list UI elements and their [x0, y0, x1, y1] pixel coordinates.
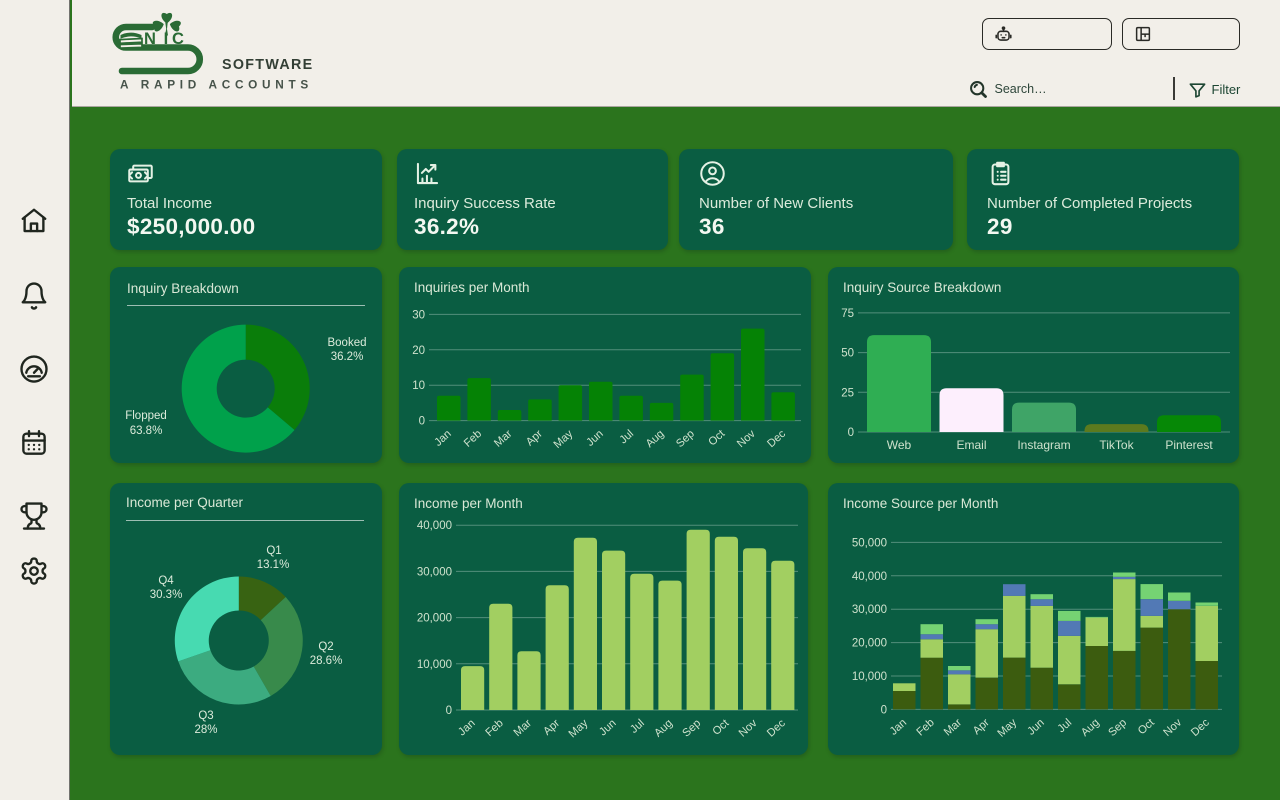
svg-text:Instagram: Instagram — [1017, 438, 1070, 452]
svg-text:75: 75 — [841, 308, 854, 320]
svg-text:Dec: Dec — [765, 717, 788, 740]
svg-text:50,000: 50,000 — [852, 537, 887, 549]
svg-text:Apr: Apr — [971, 717, 992, 738]
svg-text:Apr: Apr — [524, 428, 545, 449]
svg-text:40,000: 40,000 — [852, 571, 887, 583]
svg-text:28.6%: 28.6% — [310, 655, 343, 667]
svg-text:30.3%: 30.3% — [150, 589, 183, 601]
svg-text:Jul: Jul — [628, 717, 647, 735]
svg-text:Nov: Nov — [1161, 716, 1184, 739]
svg-text:10: 10 — [412, 380, 425, 392]
svg-text:Jan: Jan — [888, 717, 909, 738]
svg-text:20,000: 20,000 — [852, 638, 887, 650]
svg-text:May: May — [552, 428, 576, 451]
svg-text:Q1: Q1 — [266, 545, 281, 557]
svg-text:I: I — [164, 30, 169, 48]
svg-text:Jul: Jul — [617, 428, 636, 446]
svg-text:Q3: Q3 — [198, 710, 213, 722]
svg-text:Pinterest: Pinterest — [1165, 438, 1213, 452]
svg-text:Web: Web — [887, 438, 912, 452]
svg-text:20: 20 — [412, 345, 425, 357]
svg-text:Jan: Jan — [456, 717, 477, 738]
svg-text:40,000: 40,000 — [417, 520, 452, 532]
svg-text:0: 0 — [446, 705, 452, 717]
svg-text:36.2%: 36.2% — [331, 351, 364, 363]
svg-text:10,000: 10,000 — [852, 671, 887, 683]
svg-text:N: N — [144, 30, 156, 48]
svg-text:Booked: Booked — [327, 337, 366, 349]
svg-text:Oct: Oct — [706, 427, 728, 448]
svg-text:Flopped: Flopped — [125, 410, 167, 422]
svg-text:Sep: Sep — [674, 428, 697, 450]
svg-text:Sep: Sep — [1106, 717, 1129, 739]
svg-text:Oct: Oct — [710, 717, 732, 738]
svg-text:Feb: Feb — [462, 428, 484, 450]
svg-text:Mar: Mar — [942, 717, 965, 739]
svg-text:0: 0 — [881, 704, 887, 716]
svg-text:63.8%: 63.8% — [130, 425, 163, 437]
svg-text:30,000: 30,000 — [852, 604, 887, 616]
svg-text:SOFTWARE: SOFTWARE — [222, 57, 313, 73]
svg-text:Mar: Mar — [512, 717, 535, 739]
svg-text:Mar: Mar — [492, 428, 515, 450]
svg-text:May: May — [995, 716, 1019, 739]
svg-text:Aug: Aug — [1079, 717, 1102, 739]
svg-text:30,000: 30,000 — [417, 566, 452, 578]
svg-text:30: 30 — [412, 309, 425, 321]
svg-text:0: 0 — [848, 427, 854, 439]
svg-text:Dec: Dec — [765, 428, 788, 451]
svg-text:A RAPID ACCOUNTS: A RAPID ACCOUNTS — [120, 78, 313, 92]
svg-text:Feb: Feb — [914, 717, 936, 739]
svg-text:10,000: 10,000 — [417, 659, 452, 671]
svg-text:Aug: Aug — [652, 717, 675, 739]
svg-text:25: 25 — [841, 387, 854, 399]
svg-text:May: May — [567, 717, 591, 740]
svg-text:0: 0 — [419, 416, 425, 428]
svg-text:TikTok: TikTok — [1099, 438, 1134, 452]
svg-text:Jun: Jun — [1025, 717, 1046, 738]
svg-text:Q2: Q2 — [318, 641, 333, 653]
svg-text:C: C — [172, 30, 184, 48]
svg-text:20,000: 20,000 — [417, 613, 452, 625]
svg-text:Q4: Q4 — [158, 575, 174, 587]
svg-text:50: 50 — [841, 348, 854, 360]
svg-text:13.1%: 13.1% — [257, 559, 290, 571]
svg-text:Email: Email — [956, 438, 986, 452]
svg-text:28%: 28% — [194, 724, 217, 736]
svg-text:Apr: Apr — [541, 717, 562, 738]
svg-text:Oct: Oct — [1136, 716, 1158, 737]
svg-text:Dec: Dec — [1189, 716, 1212, 739]
svg-text:Jun: Jun — [597, 717, 618, 738]
svg-text:Jan: Jan — [432, 428, 453, 449]
svg-text:Feb: Feb — [483, 717, 505, 739]
svg-text:Sep: Sep — [680, 717, 703, 739]
svg-text:Jun: Jun — [584, 428, 605, 449]
svg-text:Jul: Jul — [1056, 717, 1075, 735]
svg-text:Aug: Aug — [644, 428, 667, 450]
svg-text:Nov: Nov — [735, 428, 758, 451]
svg-text:Nov: Nov — [737, 717, 760, 740]
